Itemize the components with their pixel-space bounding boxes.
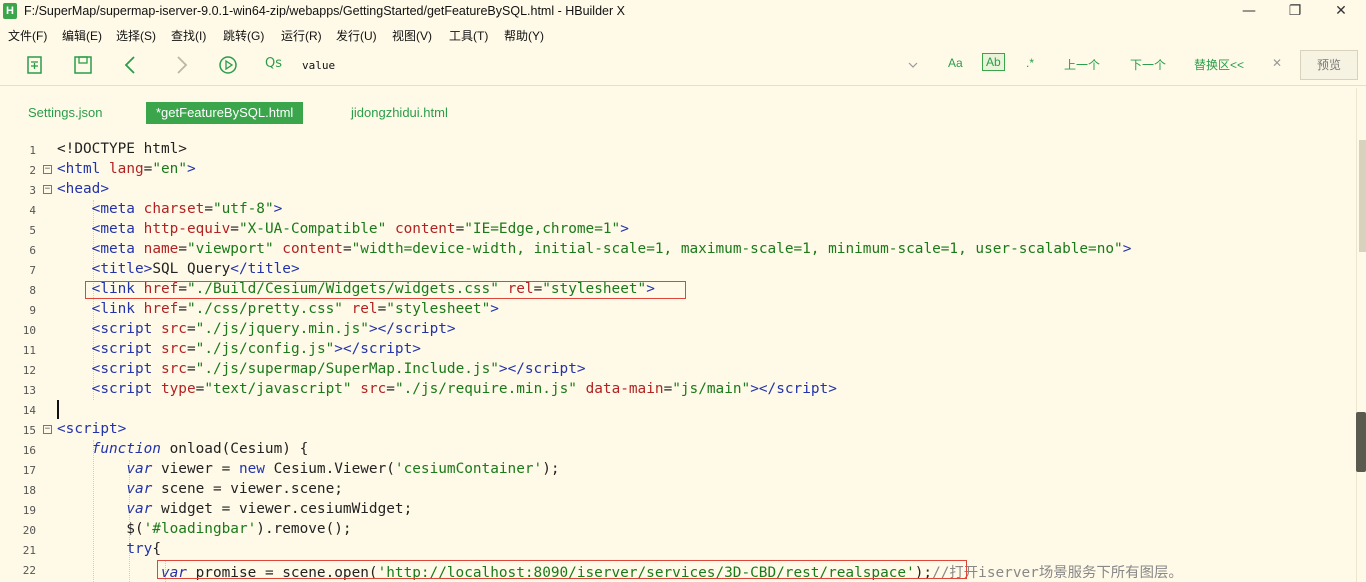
- line-number: 15: [22, 424, 36, 437]
- code-editor[interactable]: 1 <!DOCTYPE html> 2 − <html lang="en"> 3…: [0, 140, 1356, 582]
- regex-button[interactable]: .*: [1026, 56, 1034, 70]
- line-number: 7: [29, 264, 36, 277]
- search-input[interactable]: [302, 57, 862, 74]
- whole-word-button[interactable]: Ab: [982, 53, 1005, 71]
- menu-goto[interactable]: 跳转(G): [223, 27, 264, 44]
- code-line: function onload(Cesium) {: [91, 441, 309, 457]
- code-line: var viewer = new Cesium.Viewer('cesiumCo…: [126, 461, 560, 477]
- menu-publish[interactable]: 发行(U): [336, 27, 377, 44]
- replace-toggle-button[interactable]: 替换区<<: [1194, 56, 1244, 73]
- code-line: <meta http-equiv="X-UA-Compatible" conte…: [91, 221, 629, 237]
- line-number: 6: [29, 244, 36, 257]
- line-number: 17: [22, 464, 36, 477]
- tab-settings-json[interactable]: Settings.json: [28, 102, 102, 124]
- scrollbar-thumb[interactable]: [1359, 140, 1366, 252]
- tab-jidongzhidui-html[interactable]: jidongzhidui.html: [351, 102, 448, 124]
- toolbar: Qs Aa Ab .* 上一个 下一个 替换区<< ✕ 预览: [0, 46, 1366, 86]
- hbuilder-logo-icon: H: [3, 3, 17, 19]
- line-number: 1: [29, 144, 36, 157]
- code-line: <link href="./css/pretty.css" rel="style…: [91, 301, 499, 317]
- code-line: <script type="text/javascript" src="./js…: [91, 381, 837, 397]
- new-file-icon[interactable]: [24, 54, 46, 76]
- fold-toggle-icon[interactable]: −: [43, 425, 52, 434]
- menu-help[interactable]: 帮助(Y): [504, 27, 544, 44]
- menu-tools[interactable]: 工具(T): [449, 27, 488, 44]
- close-window-button[interactable]: ✕: [1318, 0, 1364, 24]
- line-number: 14: [22, 404, 36, 417]
- find-previous-button[interactable]: 上一个: [1064, 56, 1100, 73]
- line-number: 10: [22, 324, 36, 337]
- tab-getfeaturebysql-html[interactable]: *getFeatureBySQL.html: [146, 102, 304, 124]
- line-number: 5: [29, 224, 36, 237]
- highlight-box: [157, 560, 967, 579]
- fold-toggle-icon[interactable]: −: [43, 165, 52, 174]
- code-line: var scene = viewer.scene;: [126, 481, 343, 497]
- code-line: <!DOCTYPE html>: [57, 141, 187, 157]
- text-caret: [57, 400, 59, 419]
- line-number: 4: [29, 204, 36, 217]
- run-icon[interactable]: [217, 54, 239, 76]
- line-number: 20: [22, 524, 36, 537]
- maximize-button[interactable]: ❐: [1272, 0, 1318, 24]
- menu-view[interactable]: 视图(V): [392, 27, 432, 44]
- fold-toggle-icon[interactable]: −: [43, 185, 52, 194]
- code-line: try{: [126, 541, 161, 557]
- line-number: 19: [22, 504, 36, 517]
- forward-icon[interactable]: [170, 54, 192, 76]
- line-number: 8: [29, 284, 36, 297]
- line-number: 21: [22, 544, 36, 557]
- menu-select[interactable]: 选择(S): [116, 27, 156, 44]
- code-line: <html lang="en">: [57, 161, 196, 177]
- line-number: 12: [22, 364, 36, 377]
- menu-file[interactable]: 文件(F): [8, 27, 47, 44]
- highlight-box: [85, 281, 686, 299]
- line-number: 16: [22, 444, 36, 457]
- find-bar: Qs: [262, 56, 922, 76]
- line-number: 13: [22, 384, 36, 397]
- line-number: 3: [29, 184, 36, 197]
- menu-edit[interactable]: 编辑(E): [62, 27, 102, 44]
- code-line: <script src="./js/jquery.min.js"></scrip…: [91, 321, 456, 337]
- back-icon[interactable]: [120, 54, 142, 76]
- menu-bar: 文件(F) 编辑(E) 选择(S) 查找(I) 跳转(G) 运行(R) 发行(U…: [0, 24, 1366, 46]
- match-case-button[interactable]: Aa: [948, 56, 963, 70]
- menu-find[interactable]: 查找(I): [171, 27, 206, 44]
- code-line: <meta charset="utf-8">: [91, 201, 283, 217]
- tab-bar: Settings.json *getFeatureBySQL.html jido…: [0, 98, 1366, 126]
- line-number: 22: [22, 564, 36, 577]
- line-number: 18: [22, 484, 36, 497]
- minimize-button[interactable]: —: [1226, 0, 1272, 24]
- code-line: <title>SQL Query</title>: [91, 261, 300, 277]
- code-line: $('#loadingbar').remove();: [57, 521, 352, 537]
- scroll-marker[interactable]: [1356, 412, 1366, 472]
- code-line: <meta name="viewport" content="width=dev…: [91, 241, 1132, 257]
- search-icon: Qs: [265, 56, 283, 71]
- line-number: 9: [29, 304, 36, 317]
- find-next-button[interactable]: 下一个: [1130, 56, 1166, 73]
- title-bar: H F:/SuperMap/supermap-iserver-9.0.1-win…: [0, 0, 1366, 24]
- code-line: var widget = viewer.cesiumWidget;: [126, 501, 413, 517]
- code-line: <script src="./js/config.js"></script>: [91, 341, 421, 357]
- code-line: <head>: [57, 181, 109, 197]
- chevron-down-icon[interactable]: [908, 61, 918, 69]
- line-number: 2: [29, 164, 36, 177]
- code-line: <script src="./js/supermap/SuperMap.Incl…: [91, 361, 586, 377]
- window-title: F:/SuperMap/supermap-iserver-9.0.1-win64…: [24, 4, 625, 18]
- save-icon[interactable]: [72, 54, 94, 76]
- line-number: 11: [22, 344, 36, 357]
- preview-button[interactable]: 预览: [1300, 50, 1358, 80]
- code-line: <script>: [57, 421, 127, 437]
- menu-run[interactable]: 运行(R): [281, 27, 322, 44]
- close-find-button[interactable]: ✕: [1272, 56, 1282, 70]
